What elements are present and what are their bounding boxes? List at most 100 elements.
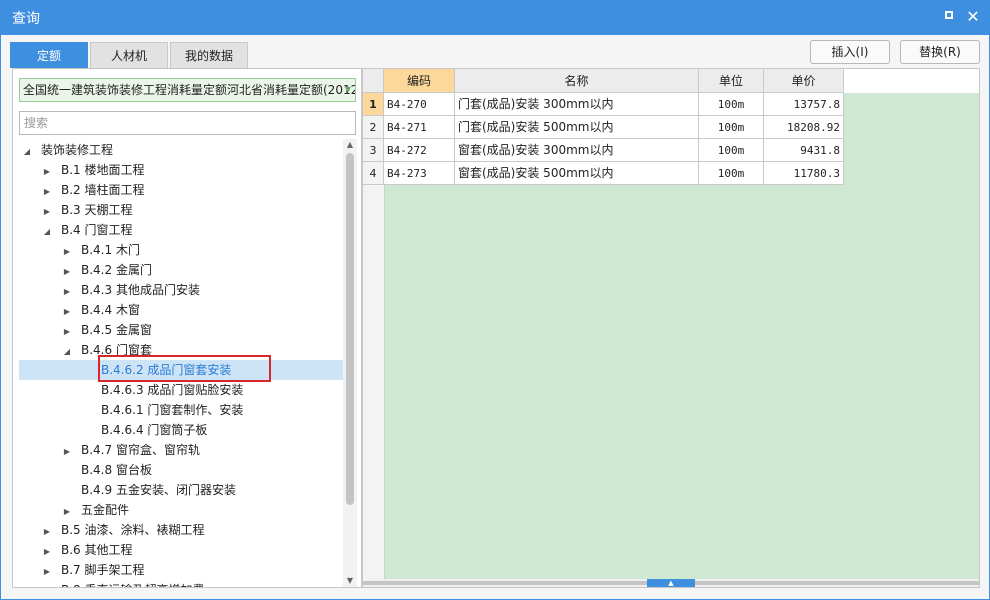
column-header-unit[interactable]: 单位 xyxy=(699,69,764,93)
tree-node[interactable]: ◢ 装饰装修工程 xyxy=(21,140,113,160)
tree-node-label: B.3 天棚工程 xyxy=(61,203,133,217)
cell-unit[interactable]: 100m xyxy=(699,139,764,162)
tree-node[interactable]: ◢ B.4 门窗工程 xyxy=(41,220,133,240)
cell-code[interactable]: B4-271 xyxy=(384,116,455,139)
row-number[interactable]: 2 xyxy=(363,116,384,139)
expand-arrow-icon[interactable]: ▶ xyxy=(41,182,53,202)
window-title: 查询 xyxy=(12,11,40,27)
expand-arrow-icon[interactable]: ▶ xyxy=(61,282,73,302)
expand-arrow-icon[interactable]: ▶ xyxy=(61,302,73,322)
cell-name[interactable]: 窗套(成品)安装 500mm以内 xyxy=(455,162,699,185)
column-header-price[interactable]: 单价 xyxy=(764,69,844,93)
tree-node[interactable]: ▶ B.2 墙柱面工程 xyxy=(41,180,145,200)
cell-unit[interactable]: 100m xyxy=(699,116,764,139)
tree-node[interactable]: ▶ B.4.1 木门 xyxy=(61,240,140,260)
tree-node[interactable]: B.4.6.1 门窗套制作、安装 xyxy=(81,400,243,420)
tree-node-label: B.4.7 窗帘盒、窗帘轨 xyxy=(81,443,200,457)
tree-node[interactable]: ▶ 五金配件 xyxy=(61,500,129,520)
tree-node-label: B.4.4 木窗 xyxy=(81,303,140,317)
tree-node[interactable]: ▶ B.3 天棚工程 xyxy=(41,200,133,220)
tree-node[interactable]: ▶ B.5 油漆、涂料、裱糊工程 xyxy=(41,520,205,540)
tree-node-label: B.5 油漆、涂料、裱糊工程 xyxy=(61,523,205,537)
cell-price[interactable]: 11780.3 xyxy=(764,162,844,185)
expand-arrow-icon[interactable]: ▶ xyxy=(61,442,73,462)
cell-price[interactable]: 18208.92 xyxy=(764,116,844,139)
cell-unit[interactable]: 100m xyxy=(699,162,764,185)
expand-arrow-icon[interactable]: ▶ xyxy=(61,262,73,282)
expand-arrow-icon[interactable]: ▶ xyxy=(41,202,53,222)
column-header-name[interactable]: 名称 xyxy=(455,69,699,93)
cell-name[interactable]: 窗套(成品)安装 300mm以内 xyxy=(455,139,699,162)
scroll-thumb[interactable] xyxy=(346,153,354,505)
selection-highlight-box xyxy=(98,355,271,382)
row-number[interactable]: 1 xyxy=(363,93,384,116)
tree-scrollbar[interactable]: ▲ ▼ xyxy=(343,139,357,587)
maximize-icon[interactable] xyxy=(940,8,958,26)
tab-labor-material[interactable]: 人材机 xyxy=(90,42,168,68)
close-icon[interactable]: ✕ xyxy=(964,8,982,26)
tree-node-label: B.4.6.1 门窗套制作、安装 xyxy=(101,403,244,417)
expand-arrow-icon[interactable]: ▶ xyxy=(41,582,53,587)
cell-name[interactable]: 门套(成品)安装 300mm以内 xyxy=(455,93,699,116)
scroll-up-icon[interactable]: ▲ xyxy=(343,139,357,151)
tree-node[interactable]: ▶ B.6 其他工程 xyxy=(41,540,133,560)
table-header-row: 编码 名称 单位 单价 xyxy=(363,69,979,93)
tree-node-label: B.8 垂直运输及超高增加费 xyxy=(61,583,205,587)
quota-table: 编码 名称 单位 单价 1 B4-270 门套(成品)安装 300mm以内 100m 1… xyxy=(362,68,980,588)
collapse-arrow-icon[interactable]: ◢ xyxy=(61,342,73,362)
cell-code[interactable]: B4-272 xyxy=(384,139,455,162)
scroll-down-icon[interactable]: ▼ xyxy=(343,575,357,587)
expand-arrow-icon[interactable]: ▶ xyxy=(41,562,53,582)
tree-node[interactable]: B.4.8 窗台板 xyxy=(61,460,152,480)
search-input[interactable]: 搜索 xyxy=(19,111,356,135)
chevron-down-icon[interactable]: ▼ xyxy=(345,79,351,101)
tree-node[interactable]: ▶ B.4.4 木窗 xyxy=(61,300,140,320)
tree-node-label: 装饰装修工程 xyxy=(41,143,114,157)
expand-arrow-icon[interactable]: ▶ xyxy=(61,502,73,522)
collapse-handle-icon[interactable]: ▲ xyxy=(647,579,695,587)
insert-button[interactable]: 插入(I) xyxy=(810,40,890,64)
replace-button[interactable]: 替换(R) xyxy=(900,40,980,64)
row-number[interactable]: 3 xyxy=(363,139,384,162)
tree-node-label: B.4.2 金属门 xyxy=(81,263,152,277)
tree-node-label: B.7 脚手架工程 xyxy=(61,563,145,577)
tree-node-label: B.4.6.4 门窗筒子板 xyxy=(101,423,208,437)
quota-library-value: 全国统一建筑装饰装修工程消耗量定额河北省消耗量定额(2012) xyxy=(23,83,356,97)
column-header-code[interactable]: 编码 xyxy=(384,69,455,93)
tree-node[interactable]: ▶ B.4.5 金属窗 xyxy=(61,320,152,340)
expand-arrow-icon[interactable]: ▶ xyxy=(41,522,53,542)
expand-arrow-icon[interactable]: ▶ xyxy=(61,242,73,262)
tab-quota[interactable]: 定额 xyxy=(10,42,88,68)
row-number[interactable]: 4 xyxy=(363,162,384,185)
tree-node-label: B.4.3 其他成品门安装 xyxy=(81,283,200,297)
tree-node-label: B.4.1 木门 xyxy=(81,243,140,257)
collapse-arrow-icon[interactable]: ◢ xyxy=(21,142,33,162)
expand-arrow-icon[interactable]: ▶ xyxy=(61,322,73,342)
tree-node[interactable]: ▶ B.7 脚手架工程 xyxy=(41,560,145,580)
tree-node[interactable]: ▶ B.1 楼地面工程 xyxy=(41,160,145,180)
tab-my-data[interactable]: 我的数据 xyxy=(170,42,248,68)
cell-price[interactable]: 9431.8 xyxy=(764,139,844,162)
cell-name[interactable]: 门套(成品)安装 500mm以内 xyxy=(455,116,699,139)
cell-unit[interactable]: 100m xyxy=(699,93,764,116)
tree-node[interactable]: B.4.6.3 成品门窗贴脸安装 xyxy=(81,380,243,400)
cell-code[interactable]: B4-273 xyxy=(384,162,455,185)
title-bar: 查询 ✕ xyxy=(0,0,990,34)
tree-node[interactable]: ▶ B.4.7 窗帘盒、窗帘轨 xyxy=(61,440,200,460)
tree-node[interactable]: ▶ B.8 垂直运输及超高增加费 xyxy=(41,580,205,587)
cell-price[interactable]: 13757.8 xyxy=(764,93,844,116)
quota-tree-panel: 全国统一建筑装饰装修工程消耗量定额河北省消耗量定额(2012) ▼ 搜索 ◢ 装饰… xyxy=(12,68,362,588)
tree-node[interactable]: ▶ B.4.2 金属门 xyxy=(61,260,152,280)
tree-node[interactable]: ▶ B.4.3 其他成品门安装 xyxy=(61,280,200,300)
collapse-arrow-icon[interactable]: ◢ xyxy=(41,222,53,242)
cell-code[interactable]: B4-270 xyxy=(384,93,455,116)
tree-node-label: 五金配件 xyxy=(81,503,130,517)
corner-cell xyxy=(363,69,384,93)
tree-node[interactable]: B.4.9 五金安装、闭门器安装 xyxy=(61,480,236,500)
expand-arrow-icon[interactable]: ▶ xyxy=(41,162,53,182)
tree-node-label: B.6 其他工程 xyxy=(61,543,133,557)
quota-library-select[interactable]: 全国统一建筑装饰装修工程消耗量定额河北省消耗量定额(2012) ▼ xyxy=(19,78,356,102)
tree-node-label: B.1 楼地面工程 xyxy=(61,163,145,177)
expand-arrow-icon[interactable]: ▶ xyxy=(41,542,53,562)
tree-node[interactable]: B.4.6.4 门窗筒子板 xyxy=(81,420,207,440)
